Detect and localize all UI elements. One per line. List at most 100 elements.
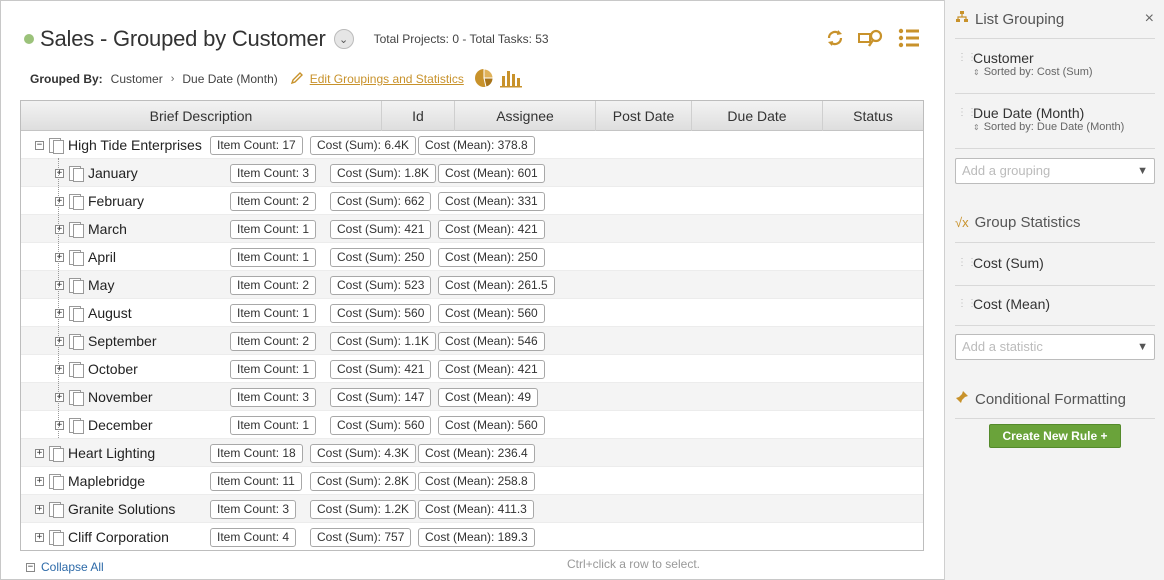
status-dot: [24, 34, 34, 44]
group-folder-icon: [68, 193, 84, 210]
expand-icon[interactable]: +: [35, 476, 44, 486]
cost-sum-badge: Cost (Sum): 421: [330, 360, 432, 379]
grouping-item-customer[interactable]: ⋮⋮ Customer ⇕ Sorted by: Cost (Sum): [955, 50, 1155, 78]
expand-icon[interactable]: +: [35, 504, 44, 514]
cost-sum-badge: Cost (Sum): 250: [330, 248, 432, 267]
group-row-month[interactable]: + May Item Count: 2 Cost (Sum): 523 Cost (Me…: [21, 271, 923, 299]
group-name: September: [88, 333, 157, 349]
item-count-badge: Item Count: 1: [230, 220, 317, 239]
cost-mean-badge: Cost (Mean): 189.3: [418, 528, 535, 547]
group-statistics-heading: √x Group Statistics: [955, 214, 1081, 231]
expand-icon[interactable]: +: [55, 168, 64, 178]
group-folder-icon: [68, 249, 84, 266]
expand-icon[interactable]: +: [55, 392, 64, 402]
group-row-customer[interactable]: − High Tide Enterprises Item Count: 17 Cost…: [21, 131, 923, 159]
expand-icon[interactable]: +: [35, 448, 44, 458]
group-row-month[interactable]: + March Item Count: 1 Cost (Sum): 421 Cost (…: [21, 215, 923, 243]
statistic-item-sum[interactable]: ⋮⋮ Cost (Sum): [955, 255, 1155, 271]
column-header-brief-description[interactable]: Brief Description: [21, 101, 382, 131]
group-row-month[interactable]: + August Item Count: 1 Cost (Sum): 560 Cost …: [21, 299, 923, 327]
group-folder-icon: [48, 501, 64, 518]
group-row-month[interactable]: + April Item Count: 1 Cost (Sum): 250 Cost (…: [21, 243, 923, 271]
group-row-customer[interactable]: + Cliff Corporation Item Count: 4 Cost (Sum…: [21, 523, 923, 550]
grouping-crumb-2: Due Date (Month): [182, 72, 278, 86]
expand-icon[interactable]: +: [55, 336, 64, 346]
tree-cell: + September: [55, 327, 156, 355]
expand-icon[interactable]: +: [55, 308, 64, 318]
tree-connector-line: [58, 158, 59, 438]
cost-sum-badge: Cost (Sum): 421: [330, 220, 432, 239]
column-header-due-date[interactable]: Due Date: [692, 101, 823, 131]
bar-chart-icon[interactable]: [499, 68, 522, 91]
create-new-rule-button[interactable]: Create New Rule +: [989, 424, 1121, 448]
drag-handle-icon[interactable]: ⋮⋮: [957, 108, 977, 123]
pencil-icon: [290, 71, 304, 88]
selection-hint: Ctrl+click a row to select.: [566, 557, 700, 571]
group-folder-icon: [68, 221, 84, 238]
conditional-formatting-heading: Conditional Formatting: [955, 390, 1126, 408]
close-icon[interactable]: ×: [1145, 10, 1154, 28]
expand-icon[interactable]: +: [55, 364, 64, 374]
group-row-customer[interactable]: + Maplebridge Item Count: 11 Cost (Sum): 2.…: [21, 467, 923, 495]
group-row-month[interactable]: + October Item Count: 1 Cost (Sum): 421 Cost…: [21, 355, 923, 383]
column-header-status[interactable]: Status: [823, 101, 923, 131]
item-count-badge: Item Count: 3: [230, 164, 317, 183]
group-folder-icon: [68, 361, 84, 378]
group-folder-icon: [48, 137, 64, 154]
expand-icon[interactable]: +: [55, 196, 64, 206]
collapse-all-button[interactable]: − Collapse All: [26, 560, 104, 574]
grouping-sort: ⇕ Sorted by: Cost (Sum): [973, 66, 1093, 78]
group-name: March: [88, 221, 127, 237]
group-folder-icon: [48, 445, 64, 462]
pie-chart-icon[interactable]: [474, 67, 494, 91]
expand-icon[interactable]: +: [55, 420, 64, 430]
add-statistic-select[interactable]: Add a statistic ▼: [955, 334, 1155, 360]
sort-icon[interactable]: ⇕: [973, 68, 980, 77]
cost-mean-badge: Cost (Mean): 421: [438, 220, 545, 239]
group-row-month[interactable]: + September Item Count: 2 Cost (Sum): 1.1K C…: [21, 327, 923, 355]
list-icon[interactable]: [898, 28, 920, 53]
edit-groupings-link[interactable]: Edit Groupings and Statistics: [310, 72, 464, 86]
group-name: High Tide Enterprises: [68, 137, 202, 153]
item-count-badge: Item Count: 4: [210, 528, 297, 547]
group-row-customer[interactable]: + Granite Solutions Item Count: 3 Cost (Sum…: [21, 495, 923, 523]
column-header-assignee[interactable]: Assignee: [455, 101, 596, 131]
tree-cell: + April: [55, 243, 116, 271]
group-folder-icon: [68, 165, 84, 182]
expand-icon[interactable]: +: [55, 280, 64, 290]
tree-cell: + August: [55, 299, 132, 327]
main-panel: Sales - Grouped by Customer ⌄ Total Proj…: [0, 0, 944, 580]
expand-icon[interactable]: +: [35, 532, 44, 542]
column-header-id[interactable]: Id: [382, 101, 455, 131]
expand-icon[interactable]: +: [55, 252, 64, 262]
collapse-icon: −: [26, 561, 35, 572]
add-grouping-select[interactable]: Add a grouping ▼: [955, 158, 1155, 184]
grid-body: − High Tide Enterprises Item Count: 17 Cost…: [21, 131, 923, 550]
refresh-icon[interactable]: [826, 28, 844, 53]
group-row-month[interactable]: + January Item Count: 3 Cost (Sum): 1.8K Cos…: [21, 159, 923, 187]
group-row-customer[interactable]: + Heart Lighting Item Count: 18 Cost (Sum):…: [21, 439, 923, 467]
grouping-item-due-date[interactable]: ⋮⋮ Due Date (Month) ⇕ Sorted by: Due Date…: [955, 105, 1155, 133]
sort-icon[interactable]: ⇕: [973, 123, 980, 132]
hierarchy-icon: [955, 10, 969, 28]
group-row-month[interactable]: + December Item Count: 1 Cost (Sum): 560 Cos…: [21, 411, 923, 439]
drag-handle-icon[interactable]: ⋮⋮: [957, 299, 977, 314]
item-count-badge: Item Count: 2: [230, 332, 317, 351]
group-row-month[interactable]: + November Item Count: 3 Cost (Sum): 147 Cos…: [21, 383, 923, 411]
cost-mean-badge: Cost (Mean): 236.4: [418, 444, 535, 463]
expand-icon[interactable]: +: [55, 224, 64, 234]
title-dropdown-button[interactable]: ⌄: [333, 29, 354, 49]
list-grouping-heading: List Grouping: [955, 10, 1064, 28]
cost-mean-badge: Cost (Mean): 411.3: [418, 500, 534, 519]
statistic-item-mean[interactable]: ⋮⋮ Cost (Mean): [955, 296, 1155, 312]
drag-handle-icon[interactable]: ⋮⋮: [957, 53, 977, 68]
chevron-down-icon: ▼: [1137, 341, 1148, 353]
tree-cell: + Granite Solutions: [35, 495, 175, 523]
item-count-badge: Item Count: 18: [210, 444, 303, 463]
column-header-post-date[interactable]: Post Date: [596, 101, 692, 131]
group-row-month[interactable]: + February Item Count: 2 Cost (Sum): 662 Cos…: [21, 187, 923, 215]
drag-handle-icon[interactable]: ⋮⋮: [957, 258, 977, 273]
collapse-icon[interactable]: −: [35, 140, 44, 150]
find-icon[interactable]: [858, 28, 884, 53]
group-name: Maplebridge: [68, 473, 146, 489]
